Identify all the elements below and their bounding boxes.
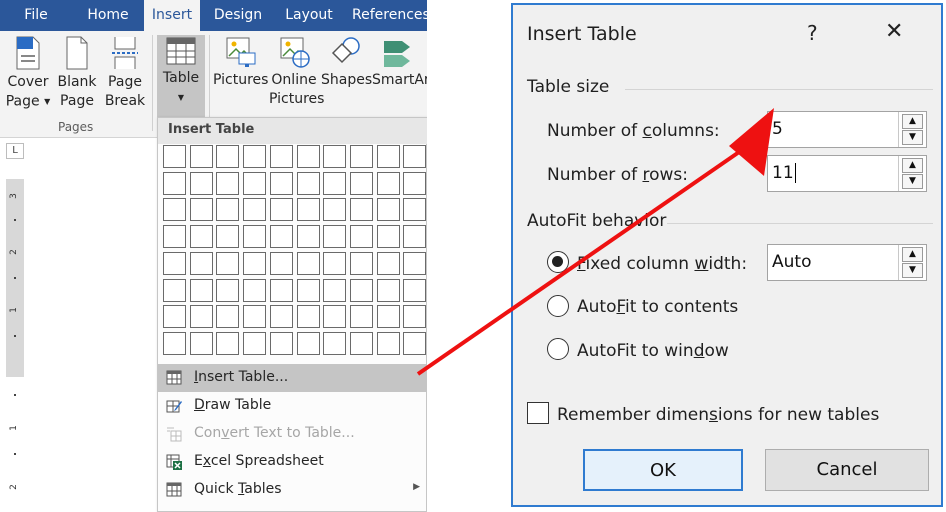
arrow-head bbox=[729, 108, 774, 176]
arrow-shaft bbox=[416, 148, 744, 376]
annotation-arrow bbox=[416, 108, 774, 376]
